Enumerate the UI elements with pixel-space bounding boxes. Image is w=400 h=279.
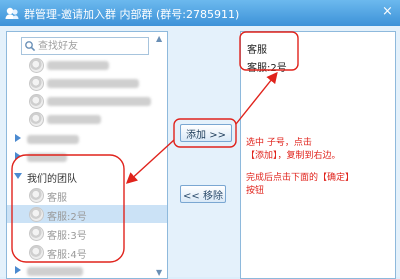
collapsed-group-row[interactable] [7, 130, 167, 148]
member-name: 客服 [47, 193, 67, 204]
obscured-name [47, 79, 139, 88]
selected-member[interactable]: 客服 [247, 41, 267, 56]
expand-arrow-icon[interactable] [15, 152, 21, 160]
collapsed-group-row[interactable] [7, 262, 167, 278]
scroll-down-arrow[interactable]: ▼ [156, 268, 162, 277]
friend-list-panel: ▲ 我们的团队 客服 [6, 31, 168, 279]
member-row[interactable]: 客服:3号 [7, 224, 167, 242]
obscured-group-name [27, 135, 79, 144]
instruction-text: 完成后点击下面的【确定】 按钮 [246, 172, 354, 198]
scroll-up-arrow[interactable]: ▲ [156, 34, 162, 43]
expand-arrow-icon[interactable] [15, 266, 21, 274]
group-name: 我们的团队 [27, 174, 77, 185]
collapse-arrow-icon[interactable] [14, 173, 22, 179]
close-button[interactable]: × [381, 5, 394, 18]
search-input[interactable] [38, 38, 146, 54]
member-row[interactable]: 客服:4号 [7, 243, 167, 261]
member-row[interactable]: 客服 [7, 186, 167, 204]
avatar [29, 207, 44, 222]
instruction-line-4: 按钮 [246, 186, 265, 196]
member-name: 客服:3号 [47, 231, 87, 242]
obscured-name [47, 61, 109, 70]
window-title: 群管理-邀请加入群 内部群 (群号:2785911) [24, 8, 240, 21]
instruction-line-1: 选中 子号，点击 [246, 138, 312, 148]
member-name: 客服:2号 [47, 212, 87, 223]
avatar [29, 94, 44, 109]
group-app-icon [5, 7, 19, 19]
instruction-line-2: 【添加】，复制到右边。 [246, 151, 341, 161]
avatar [29, 226, 44, 241]
obscured-group-name [27, 153, 67, 162]
friend-row[interactable] [7, 92, 167, 110]
selected-member[interactable]: 客服:2号 [247, 59, 287, 74]
avatar [29, 112, 44, 127]
member-name: 客服:4号 [47, 250, 87, 261]
obscured-group-name [27, 267, 83, 276]
expand-arrow-icon[interactable] [15, 134, 21, 142]
remove-button[interactable]: << 移除 [180, 185, 226, 203]
search-icon [25, 41, 36, 52]
member-row-selected[interactable]: 客服:2号 [7, 205, 167, 223]
friend-row[interactable] [7, 110, 167, 128]
avatar [29, 245, 44, 260]
friend-row[interactable] [7, 56, 167, 74]
dialog-body: ▲ 我们的团队 客服 [0, 26, 400, 279]
group-row-our-team[interactable]: 我们的团队 [7, 167, 167, 185]
collapsed-group-row[interactable] [7, 148, 167, 166]
avatar [29, 58, 44, 73]
instruction-text: 选中 子号，点击 【添加】，复制到右边。 [246, 137, 341, 163]
friend-row[interactable] [7, 74, 167, 92]
obscured-name [47, 115, 101, 124]
obscured-name [47, 97, 151, 106]
title-bar: 群管理-邀请加入群 内部群 (群号:2785911) × [0, 0, 400, 26]
search-box[interactable] [21, 37, 149, 55]
avatar [29, 76, 44, 91]
instruction-line-3: 完成后点击下面的【确定】 [246, 173, 355, 183]
avatar [29, 188, 44, 203]
add-button[interactable]: 添加 >> [180, 124, 232, 142]
